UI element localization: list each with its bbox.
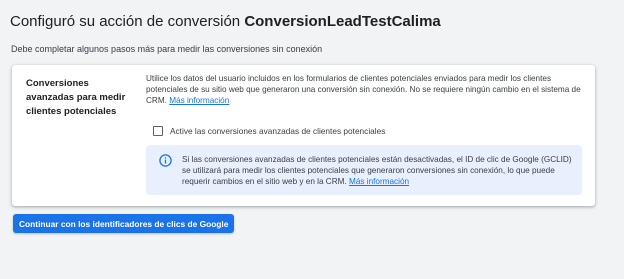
enhanced-conversions-checkbox[interactable] bbox=[153, 126, 163, 136]
card-label: Conversiones avanzadas para medir client… bbox=[26, 78, 126, 117]
checkbox-label[interactable]: Active las conversiones avanzadas de cli… bbox=[170, 126, 385, 136]
enhanced-conversions-option[interactable]: Active las conversiones avanzadas de cli… bbox=[153, 125, 385, 137]
info-notice-text: Si las conversiones avanzadas de cliente… bbox=[182, 154, 574, 187]
info-icon bbox=[159, 154, 172, 167]
page-subtitle: Debe completar algunos pasos más para me… bbox=[11, 44, 323, 54]
continue-gclid-button[interactable]: Continuar con los identificadores de cli… bbox=[13, 214, 235, 233]
page-title-prefix: Configuró su acción de conversión bbox=[10, 13, 245, 30]
info-learn-more-link[interactable]: Más información bbox=[349, 177, 409, 186]
conversion-action-name: ConversionLeadTestCalima bbox=[244, 13, 441, 30]
page-title: Configuró su acción de conversión Conver… bbox=[10, 13, 441, 30]
enhanced-conversions-card: Conversiones avanzadas para medir client… bbox=[12, 65, 595, 206]
card-description: Utilice los datos del usuario incluidos … bbox=[146, 73, 584, 106]
info-notice: Si las conversiones avanzadas de cliente… bbox=[146, 145, 582, 195]
learn-more-link[interactable]: Más información bbox=[169, 96, 229, 105]
